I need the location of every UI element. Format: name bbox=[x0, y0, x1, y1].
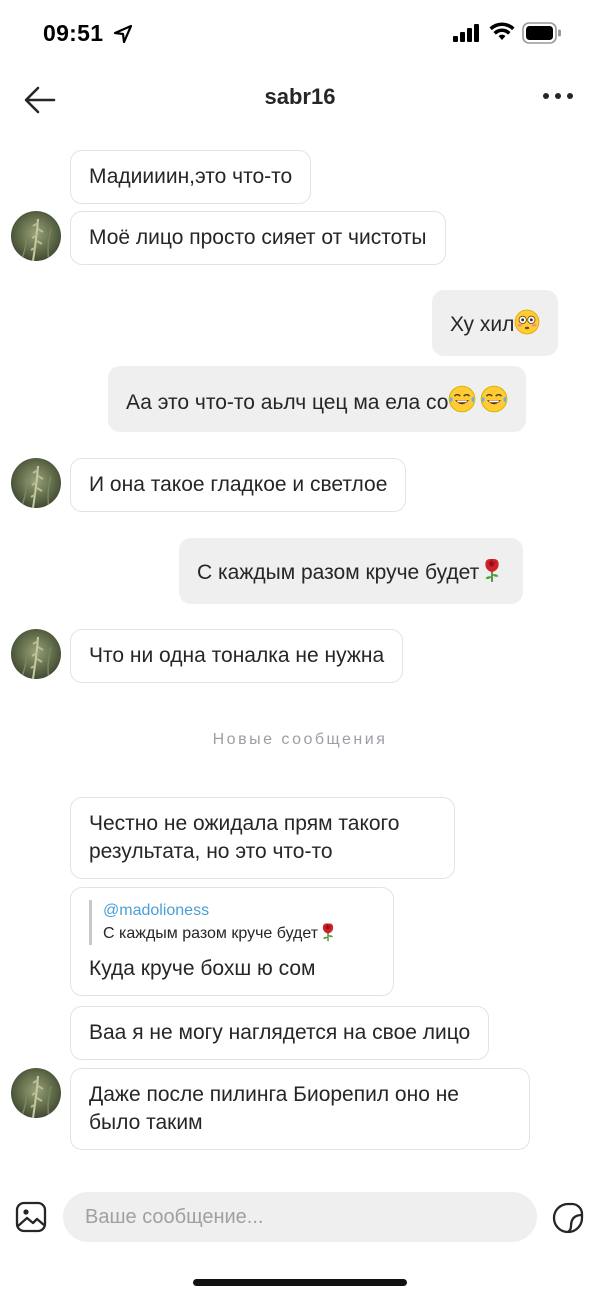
message-incoming[interactable]: Мадиииин,это что-то bbox=[70, 150, 312, 204]
tears-of-joy-emoji-icon bbox=[480, 385, 508, 413]
contact-avatar[interactable] bbox=[11, 458, 61, 508]
message-incoming[interactable]: Моё лицо просто сияет от чистоты bbox=[70, 211, 446, 265]
message-incoming[interactable]: Честно не ожидала прям такого результата… bbox=[70, 797, 455, 879]
message-text: Моё лицо просто сияет от чистоты bbox=[89, 226, 427, 249]
location-arrow-icon bbox=[113, 24, 133, 44]
reply-quote[interactable]: @madolioness С каждым разом круче будет bbox=[89, 900, 375, 945]
chat-title[interactable]: sabr16 bbox=[0, 84, 600, 110]
status-time: 09:51 bbox=[43, 20, 104, 46]
battery-icon bbox=[522, 22, 561, 44]
chat-header: sabr16 bbox=[0, 68, 600, 128]
more-options-button[interactable] bbox=[540, 84, 576, 114]
message-text: Ху хил bbox=[450, 313, 515, 336]
message-incoming[interactable]: Что ни одна тоналка не нужна bbox=[70, 629, 404, 683]
sticker-button[interactable] bbox=[550, 1200, 586, 1236]
message-outgoing[interactable]: Ху хил bbox=[432, 290, 559, 356]
wifi-icon bbox=[489, 22, 515, 40]
contact-avatar[interactable] bbox=[11, 1068, 61, 1118]
gallery-button[interactable] bbox=[14, 1200, 48, 1234]
cellular-signal-icon bbox=[453, 24, 479, 42]
reply-quoted-text: С каждым разом круче будет bbox=[103, 922, 375, 945]
message-outgoing[interactable]: С каждым разом круче будет bbox=[179, 538, 524, 604]
message-text: Что ни одна тоналка не нужна bbox=[89, 644, 385, 667]
rose-emoji-icon bbox=[479, 557, 505, 583]
new-messages-divider: Новые сообщения bbox=[212, 731, 388, 748]
contact-avatar[interactable] bbox=[11, 211, 61, 261]
message-text: Даже после пилинга Биорепил оно не было … bbox=[89, 1083, 459, 1134]
message-input[interactable] bbox=[63, 1192, 537, 1242]
more-dots-icon bbox=[543, 93, 573, 99]
image-gallery-icon bbox=[15, 1201, 47, 1233]
reply-quoted-text-content: С каждым разом круче будет bbox=[103, 925, 319, 942]
message-text: С каждым разом круче будет bbox=[197, 561, 480, 584]
message-incoming[interactable]: Ваа я не могу наглядется на свое лицо bbox=[70, 1006, 490, 1060]
flushed-face-emoji-icon bbox=[514, 309, 540, 335]
tears-of-joy-emoji-icon bbox=[448, 385, 476, 413]
message-reply[interactable]: @madolioness С каждым разом круче будет … bbox=[70, 887, 394, 996]
status-bar: 09:51 bbox=[0, 0, 600, 68]
message-text: Мадиииин,это что-то bbox=[89, 165, 293, 188]
message-text: Ваа я не могу наглядется на свое лицо bbox=[89, 1021, 471, 1044]
message-text: Честно не ожидала прям такого результата… bbox=[89, 812, 400, 863]
message-composer bbox=[0, 1190, 600, 1244]
message-text: И она такое гладкое и светлое bbox=[89, 473, 388, 496]
rose-emoji-icon bbox=[318, 922, 338, 942]
message-text: Аа это что-то аьлч цец ма ела со bbox=[126, 391, 449, 414]
message-text: Куда круче бохш ю сом bbox=[89, 957, 316, 980]
sticker-icon bbox=[552, 1202, 584, 1234]
message-incoming[interactable]: Даже после пилинга Биорепил оно не было … bbox=[70, 1068, 530, 1150]
home-indicator[interactable] bbox=[193, 1279, 407, 1286]
reply-mention-link[interactable]: @madolioness bbox=[103, 900, 375, 922]
message-outgoing[interactable]: Аа это что-то аьлч цец ма ела со bbox=[108, 366, 527, 432]
contact-avatar[interactable] bbox=[11, 629, 61, 679]
message-incoming[interactable]: И она такое гладкое и светлое bbox=[70, 458, 407, 512]
